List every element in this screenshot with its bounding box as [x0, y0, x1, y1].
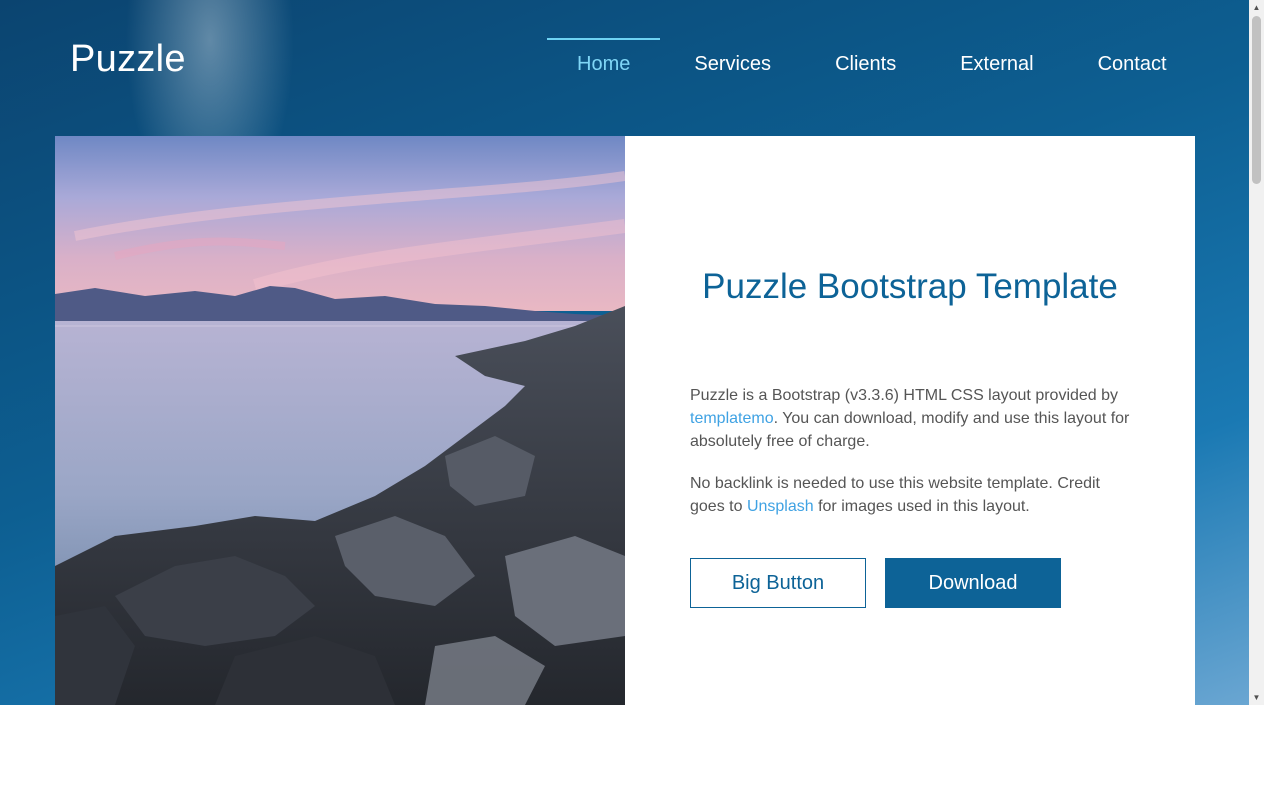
- nav-item-clients[interactable]: Clients: [803, 38, 928, 90]
- scroll-thumb[interactable]: [1252, 16, 1261, 184]
- site-logo[interactable]: Puzzle: [70, 38, 186, 81]
- page-background: Puzzle Home Services Clients External Co…: [0, 0, 1249, 705]
- unsplash-link[interactable]: Unsplash: [747, 498, 814, 515]
- page-title: Puzzle Bootstrap Template: [702, 267, 1118, 306]
- intro-paragraph: Puzzle is a Bootstrap (v3.3.6) HTML CSS …: [690, 384, 1130, 453]
- nav-item-contact[interactable]: Contact: [1066, 38, 1197, 90]
- credit-paragraph: No backlink is needed to use this websit…: [690, 472, 1130, 518]
- sea-sunset-rocks-photo: [55, 136, 625, 705]
- scroll-down-icon[interactable]: ▼: [1249, 690, 1264, 705]
- hero-image: [55, 136, 625, 705]
- nav-item-home[interactable]: Home: [547, 38, 661, 90]
- templatemo-link[interactable]: templatemo: [690, 410, 774, 427]
- main-nav: Home Services Clients External Contact: [547, 38, 1197, 90]
- vertical-scrollbar[interactable]: ▲ ▼: [1249, 0, 1264, 705]
- credit-paragraph-text-end: for images used in this layout.: [813, 498, 1030, 515]
- nav-item-services[interactable]: Services: [660, 38, 803, 90]
- intro-paragraph-text: Puzzle is a Bootstrap (v3.3.6) HTML CSS …: [690, 387, 1119, 404]
- scroll-up-icon[interactable]: ▲: [1249, 0, 1264, 15]
- below-fold-area: [0, 705, 1280, 800]
- download-button[interactable]: Download: [885, 558, 1061, 608]
- nav-item-external[interactable]: External: [928, 38, 1065, 90]
- big-button[interactable]: Big Button: [690, 558, 866, 608]
- intro-card: Puzzle Bootstrap Template Puzzle is a Bo…: [625, 136, 1195, 705]
